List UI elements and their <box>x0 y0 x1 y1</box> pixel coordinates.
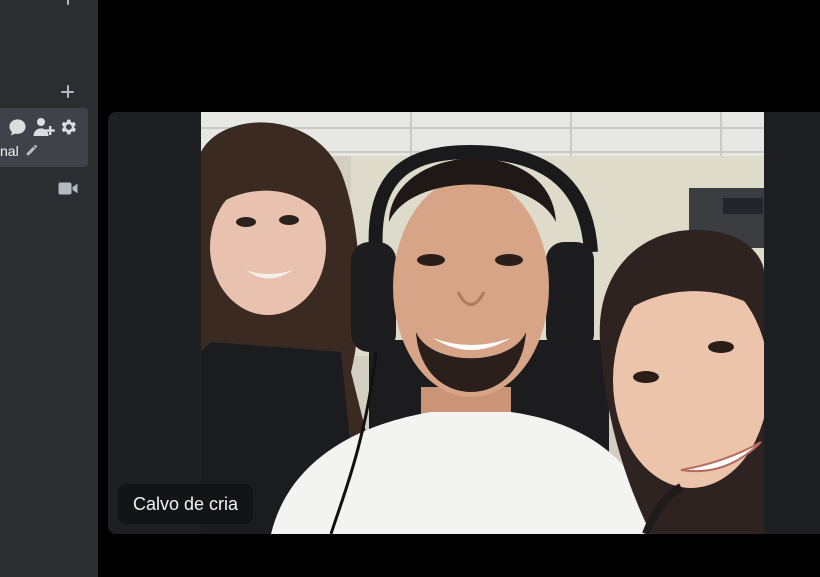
camera-icon[interactable] <box>58 181 78 196</box>
pencil-icon[interactable] <box>25 143 39 157</box>
create-channel-plus-icon[interactable] <box>61 0 74 5</box>
participant-name-tag: Calvo de cria <box>118 484 254 524</box>
video-tile[interactable]: Calvo de cria <box>108 112 820 534</box>
gear-icon[interactable] <box>58 117 78 137</box>
add-member-icon[interactable] <box>33 117 55 137</box>
channel-label[interactable]: nal <box>0 143 24 159</box>
chat-bubble-icon[interactable] <box>8 118 27 137</box>
channel-sidebar: nal <box>0 0 98 577</box>
create-channel-plus-icon[interactable] <box>61 85 74 98</box>
webcam-video-feed <box>201 112 764 534</box>
